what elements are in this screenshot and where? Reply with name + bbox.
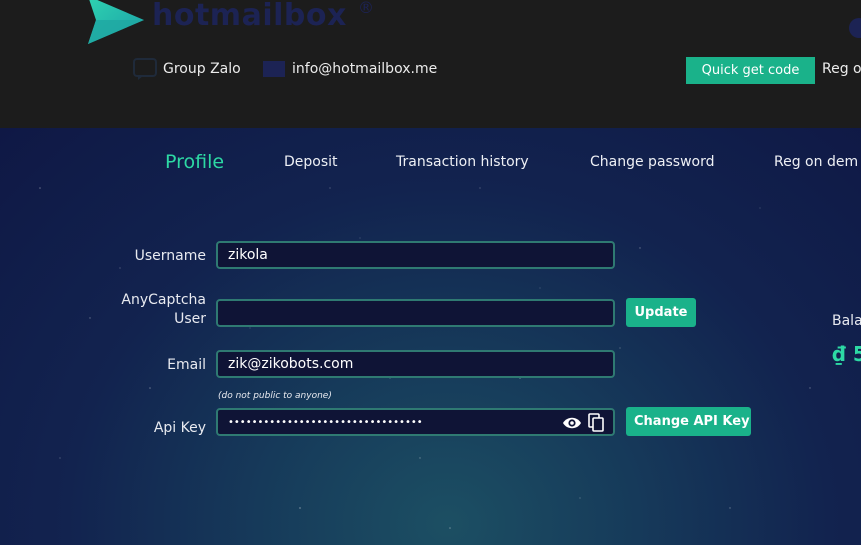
user-avatar[interactable] bbox=[849, 18, 861, 38]
api-key-field[interactable]: ••••••••••••••••••••••••••••••••• bbox=[216, 408, 615, 436]
mail-icon bbox=[263, 61, 285, 77]
username-field[interactable]: zikola bbox=[216, 241, 615, 269]
group-zalo-label: Group Zalo bbox=[163, 61, 241, 77]
email-contact-label: info@hotmailbox.me bbox=[292, 61, 438, 77]
send-arrow-icon bbox=[88, 0, 144, 44]
chat-icon bbox=[133, 58, 157, 80]
change-api-key-button[interactable]: Change API Key bbox=[626, 407, 751, 436]
quick-get-code-button[interactable]: Quick get code bbox=[686, 57, 815, 84]
group-zalo-link[interactable]: Group Zalo bbox=[133, 58, 241, 80]
anycaptcha-user-input[interactable] bbox=[216, 299, 615, 327]
email-contact-link[interactable]: info@hotmailbox.me bbox=[262, 58, 437, 80]
reg-link[interactable]: Reg o bbox=[822, 61, 861, 77]
copy-icon[interactable] bbox=[588, 413, 604, 432]
starfield-background bbox=[39, 157, 811, 529]
top-header: hotmailbox ® Group Zalo info@hotmailbox.… bbox=[0, 0, 861, 128]
tab-transaction-history[interactable]: Transaction history bbox=[396, 154, 529, 170]
tab-reg-on-demand[interactable]: Reg on dem bbox=[774, 154, 858, 170]
balance-label: Bala bbox=[832, 313, 861, 329]
username-label: Username bbox=[134, 248, 206, 264]
anycaptcha-label-line1: AnyCaptcha bbox=[121, 292, 206, 308]
profile-section: Profile Deposit Transaction history Chan… bbox=[0, 128, 861, 545]
email-privacy-hint: (do not public to anyone) bbox=[218, 391, 332, 401]
logo-text: hotmailbox bbox=[152, 0, 347, 33]
tab-profile[interactable]: Profile bbox=[165, 151, 224, 173]
balance-value: ₫ 5 bbox=[832, 342, 861, 366]
api-key-label: Api Key bbox=[153, 420, 206, 436]
brand-logo[interactable]: hotmailbox ® bbox=[86, 0, 374, 48]
email-label: Email bbox=[167, 357, 206, 373]
update-button[interactable]: Update bbox=[626, 298, 696, 327]
registered-mark: ® bbox=[358, 0, 374, 17]
anycaptcha-label-line2: User bbox=[174, 311, 206, 327]
tab-change-password[interactable]: Change password bbox=[590, 154, 715, 170]
eye-icon[interactable] bbox=[562, 415, 582, 431]
tab-deposit[interactable]: Deposit bbox=[284, 154, 338, 170]
profile-tabs: Profile Deposit Transaction history Chan… bbox=[0, 151, 861, 178]
email-field[interactable]: zik@zikobots.com bbox=[216, 350, 615, 378]
